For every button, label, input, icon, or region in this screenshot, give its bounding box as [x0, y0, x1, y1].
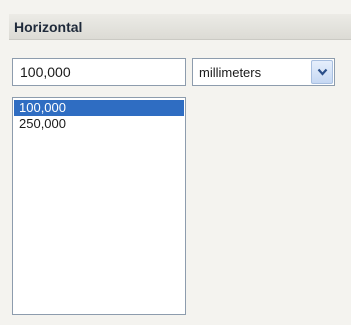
- value-input[interactable]: [12, 58, 186, 86]
- section-title: Horizontal: [14, 19, 83, 35]
- horizontal-panel: Horizontal millimeters 100,000 250,000: [0, 0, 351, 325]
- unit-dropdown-button[interactable]: [311, 60, 333, 84]
- list-item-label: 250,000: [19, 116, 66, 131]
- list-item[interactable]: 100,000: [14, 100, 184, 116]
- value-list[interactable]: 100,000 250,000: [12, 97, 186, 315]
- section-header: Horizontal: [9, 14, 351, 40]
- list-item-label: 100,000: [19, 100, 66, 115]
- unit-dropdown-value: millimeters: [199, 65, 262, 80]
- unit-dropdown[interactable]: millimeters: [192, 58, 335, 86]
- list-item[interactable]: 250,000: [14, 116, 184, 132]
- chevron-down-icon: [317, 68, 328, 76]
